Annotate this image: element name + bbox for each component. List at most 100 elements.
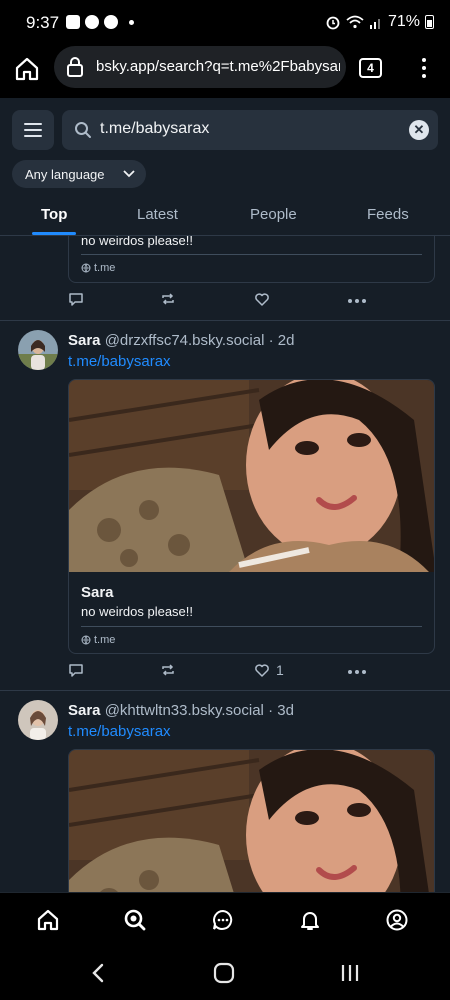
ellipsis-icon [348,299,366,303]
nav-search-button[interactable] [122,907,148,933]
globe-icon [81,263,91,273]
home-circle-icon[interactable] [213,962,235,984]
gallery-notification-icon [66,15,80,29]
browser-home-button[interactable] [12,54,42,84]
avatar-image [18,700,58,740]
post-text-link[interactable]: t.me/babysarax [68,353,171,370]
home-icon [15,57,39,81]
post-header: Sara @khttwltn33.bsky.social · 3d [68,702,294,719]
address-bar[interactable]: bsky.app/search?q=t.me%2Fbabysarax [54,46,346,88]
dot-icon [422,66,426,70]
chat-icon [213,909,233,930]
dot-icon [422,58,426,62]
notifications-icon [301,912,319,930]
like-count: 1 [276,662,284,678]
like-button[interactable]: 1 [254,662,284,678]
alarm-icon [326,16,340,30]
dot-icon [422,74,426,78]
status-notification-icons [66,15,134,29]
wifi-icon [346,15,364,29]
more-options-button[interactable] [348,670,366,674]
profile-icon [386,909,408,931]
status-bar: 9:37 71% [0,0,450,46]
like-button[interactable] [254,291,270,307]
link-card-description: no weirdos please!! [81,604,194,619]
post-actions [68,291,368,311]
tab-latest[interactable]: Latest [137,206,178,223]
language-select[interactable]: Any language [12,160,146,188]
link-card-domain-text: t.me [94,634,116,646]
display-name[interactable]: Sara [68,332,101,349]
reply-icon [69,664,83,677]
post-actions: 1 [68,662,368,682]
post-separator [0,690,450,691]
link-card[interactable]: no weirdos please!! t.me [68,236,435,283]
heart-icon [255,664,269,677]
link-card-title: Sara [81,584,114,601]
search-input[interactable] [100,120,400,138]
battery-icon [425,15,434,29]
menu-line [24,129,42,131]
photo-image [69,380,434,572]
avatar-image [18,330,58,370]
battery-percent: 71% [387,13,420,30]
handle[interactable]: @khttwltn33.bsky.social [105,702,264,719]
tab-people[interactable]: People [250,206,297,223]
clear-search-button[interactable]: ✕ [409,120,429,140]
reply-button[interactable] [68,662,84,678]
search-box[interactable]: ✕ [62,110,438,150]
post-text-link[interactable]: t.me/babysarax [68,723,171,740]
tab-switcher-button[interactable]: 4 [359,58,382,78]
divider [81,254,422,255]
nav-chat-button[interactable] [210,907,236,933]
reply-button[interactable] [68,291,84,307]
repost-button[interactable] [160,662,176,678]
ellipsis-icon [348,670,366,674]
link-card-description: no weirdos please!! [81,236,194,248]
display-name[interactable]: Sara [68,702,101,719]
nav-profile-button[interactable] [384,907,410,933]
link-card-image [69,750,434,892]
reply-icon [69,293,83,306]
post-header: Sara @drzxffsc74.bsky.social · 2d [68,332,294,349]
system-nav-bar [0,948,450,1000]
lock-icon[interactable] [66,56,84,78]
link-card[interactable]: Sara no weirdos please!! t.me [68,379,435,654]
active-tab-indicator [32,232,76,235]
url-text[interactable]: bsky.app/search?q=t.me%2Fbabysarax [96,58,340,75]
status-system-icons: 71% [325,13,434,31]
browser-toolbar: bsky.app/search?q=t.me%2Fbabysarax 4 [0,46,450,98]
repost-button[interactable] [160,291,176,307]
recent-apps-icon[interactable] [339,962,361,984]
app-bottom-nav [0,892,450,948]
menu-line [24,135,42,137]
back-icon[interactable] [89,962,107,984]
avatar[interactable] [18,330,58,370]
search-icon [75,122,91,138]
search-results-feed[interactable]: no weirdos please!! t.me Sara @drzxffsc7… [0,236,450,892]
post-age[interactable]: · 2d [269,332,295,349]
link-card[interactable] [68,749,435,892]
browser-menu-button[interactable] [414,56,434,80]
nav-notifications-button[interactable] [297,907,323,933]
tab-top[interactable]: Top [41,206,67,223]
chevron-down-icon [123,170,135,178]
drawer-menu-button[interactable] [12,110,54,150]
link-card-domain: t.me [81,262,115,274]
avatar[interactable] [18,700,58,740]
language-select-label: Any language [25,167,105,182]
search-tabs: Top Latest People Feeds [0,198,450,236]
handle[interactable]: @drzxffsc74.bsky.social [105,332,265,349]
more-options-button[interactable] [348,299,366,303]
menu-line [24,123,42,125]
repost-icon [162,664,174,676]
post-age[interactable]: · 3d [268,702,294,719]
nav-home-button[interactable] [35,907,61,933]
repost-icon [162,293,174,305]
search-icon [124,909,146,931]
status-time: 9:37 [26,13,60,32]
search-header: ✕ Any language Top Latest People Feeds [0,98,450,236]
tab-feeds[interactable]: Feeds [367,206,409,223]
divider [81,626,422,627]
heart-icon [255,293,269,306]
